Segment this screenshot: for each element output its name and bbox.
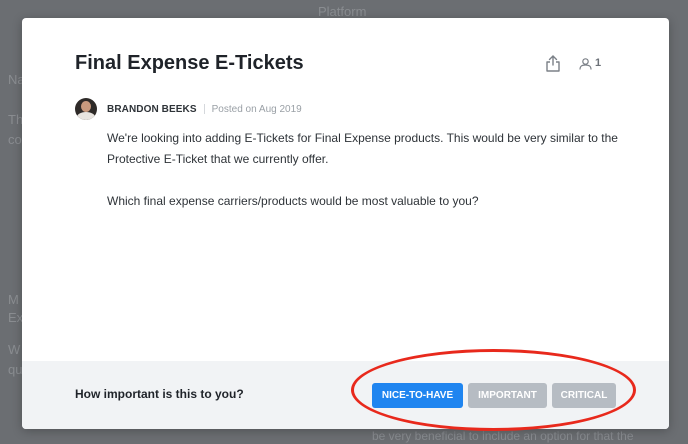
modal-title: Final Expense E-Tickets [75,52,304,74]
bg-fragment: Ex [8,310,24,325]
critical-button[interactable]: CRITICAL [552,383,616,408]
share-icon[interactable] [545,55,561,72]
divider [203,104,205,114]
description-paragraph: We're looking into adding E-Tickets for … [107,131,618,166]
author-row: BRANDON BEEKS Posted on Aug 2019 [75,98,302,120]
bg-platform-text: Platform [318,4,367,19]
posted-date: Posted on Aug 2019 [211,103,302,115]
bg-fragment: qu [8,362,23,377]
idea-description: We're looking into adding E-Tickets for … [107,128,627,233]
importance-question: How important is this to you? [75,387,244,401]
bg-fragment: W [8,342,21,357]
author-name: BRANDON BEEKS [107,103,197,115]
avatar [75,98,97,120]
bg-fragment: Th [8,112,24,127]
bg-bottom-text: be very beneficial to include an option … [372,429,634,443]
bg-fragment: co [8,132,22,147]
idea-modal: Final Expense E-Tickets 1 BRANDON BEEKS … [22,18,669,429]
importance-footer: How important is this to you? NICE-TO-HA… [22,361,669,429]
bg-fragment: M [8,292,19,307]
description-paragraph: Which final expense carriers/products wo… [107,194,479,208]
nice-to-have-button[interactable]: NICE-TO-HAVE [372,383,463,408]
voter-count: 1 [595,57,602,69]
important-button[interactable]: IMPORTANT [468,383,547,408]
person-icon [579,58,592,70]
